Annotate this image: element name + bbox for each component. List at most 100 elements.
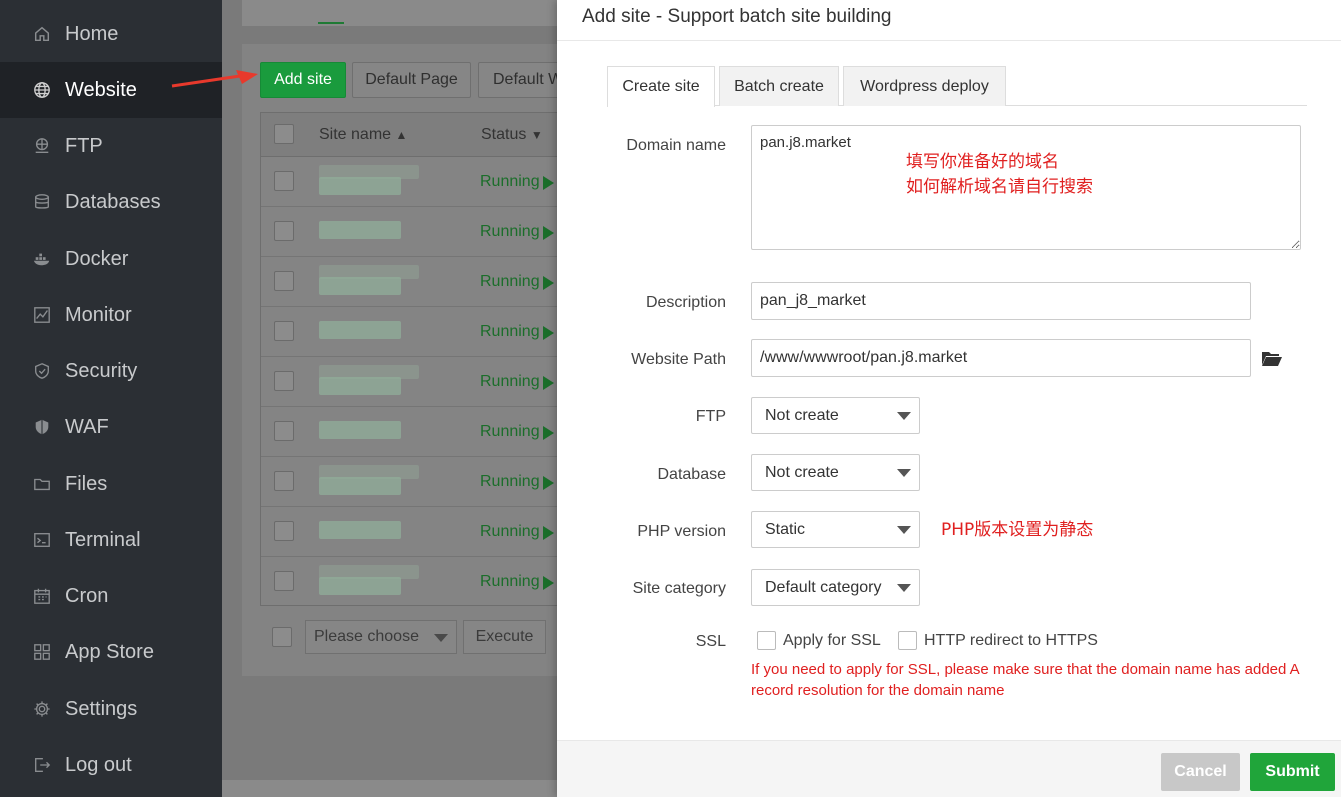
status-running[interactable]: Running xyxy=(480,573,540,591)
row-checkbox[interactable] xyxy=(274,521,294,541)
submit-button[interactable]: Submit xyxy=(1250,753,1335,791)
ftp-label: FTP xyxy=(695,408,726,425)
select-all-checkbox[interactable] xyxy=(274,124,294,144)
sidebar-item-files[interactable]: Files xyxy=(0,456,222,512)
sidebar-item-monitor[interactable]: Monitor xyxy=(0,287,222,343)
sidebar-item-label: Log out xyxy=(65,753,132,776)
bulk-select-checkbox[interactable] xyxy=(272,627,292,647)
status-running[interactable]: Running xyxy=(480,423,540,441)
sidebar: Home Website FTP Databases Docker Monito… xyxy=(0,0,222,797)
ssl-warning-text: If you need to apply for SSL, please mak… xyxy=(751,661,1299,699)
domain-annotation: 填写你准备好的域名 如何解析域名请自行搜索 xyxy=(906,152,1093,197)
status-running[interactable]: Running xyxy=(480,223,540,241)
table-row[interactable]: Running xyxy=(261,157,561,207)
play-icon[interactable] xyxy=(543,476,554,490)
row-checkbox[interactable] xyxy=(274,571,294,591)
ftp-select[interactable]: Not create xyxy=(751,397,920,434)
table-row[interactable]: Running xyxy=(261,507,561,557)
table-row[interactable]: Running xyxy=(261,407,561,457)
status-running[interactable]: Running xyxy=(480,173,540,191)
status-running[interactable]: Running xyxy=(480,323,540,341)
php-version-select[interactable]: Static xyxy=(751,511,920,548)
description-label: Description xyxy=(645,294,726,311)
site-category-select[interactable]: Default category xyxy=(751,569,920,606)
chevron-down-icon xyxy=(897,526,911,534)
sidebar-item-waf[interactable]: WAF xyxy=(0,399,222,455)
row-checkbox[interactable] xyxy=(274,271,294,291)
http-redirect-label[interactable]: HTTP redirect to HTTPS xyxy=(924,632,1098,650)
add-site-modal: Add site - Support batch site building C… xyxy=(557,0,1341,797)
website-path-input[interactable]: /www/wwwroot/pan.j8.market xyxy=(751,339,1251,377)
column-status[interactable]: Status ▼ xyxy=(481,126,543,144)
sidebar-item-app-store[interactable]: App Store xyxy=(0,624,222,680)
table-row[interactable]: Running xyxy=(261,557,561,607)
folder-open-icon[interactable] xyxy=(1261,349,1283,367)
modal-title: Add site - Support batch site building xyxy=(582,6,892,27)
bottom-strip xyxy=(222,780,562,797)
execute-button[interactable]: Execute xyxy=(463,620,546,654)
default-page-button[interactable]: Default Page xyxy=(352,62,471,98)
http-redirect-checkbox[interactable] xyxy=(898,631,917,650)
sidebar-item-label: Docker xyxy=(65,247,129,270)
sidebar-item-logout[interactable]: Log out xyxy=(0,737,222,793)
sidebar-item-ftp[interactable]: FTP xyxy=(0,118,222,174)
row-checkbox[interactable] xyxy=(274,371,294,391)
batch-action-select[interactable]: Please choose xyxy=(305,620,457,654)
cancel-button[interactable]: Cancel xyxy=(1161,753,1240,791)
table-row[interactable]: Running xyxy=(261,457,561,507)
apply-ssl-label[interactable]: Apply for SSL xyxy=(783,632,881,650)
status-running[interactable]: Running xyxy=(480,523,540,541)
table-row[interactable]: Running xyxy=(261,207,561,257)
tab-wordpress-deploy[interactable]: Wordpress deploy xyxy=(843,66,1006,106)
row-checkbox[interactable] xyxy=(274,471,294,491)
active-tab-underline xyxy=(318,22,344,24)
sidebar-item-label: Home xyxy=(65,22,119,45)
database-select[interactable]: Not create xyxy=(751,454,920,491)
sidebar-item-cron[interactable]: Cron xyxy=(0,568,222,624)
play-icon[interactable] xyxy=(543,326,554,340)
site-category-label: Site category xyxy=(632,580,726,597)
sidebar-item-docker[interactable]: Docker xyxy=(0,231,222,287)
status-running[interactable]: Running xyxy=(480,473,540,491)
docker-icon xyxy=(32,249,52,269)
database-icon xyxy=(32,192,52,212)
default-website-button[interactable]: Default W xyxy=(478,62,562,98)
tab-batch-create[interactable]: Batch create xyxy=(719,66,839,106)
calendar-icon xyxy=(32,586,52,606)
play-icon[interactable] xyxy=(543,526,554,540)
redacted-site-name xyxy=(319,377,401,395)
row-checkbox[interactable] xyxy=(274,221,294,241)
home-icon xyxy=(32,24,52,44)
sidebar-item-label: App Store xyxy=(65,640,154,663)
status-running[interactable]: Running xyxy=(480,273,540,291)
row-checkbox[interactable] xyxy=(274,171,294,191)
play-icon[interactable] xyxy=(543,176,554,190)
sidebar-item-settings[interactable]: Settings xyxy=(0,681,222,737)
table-row[interactable]: Running xyxy=(261,257,561,307)
website-path-label: Website Path xyxy=(631,351,726,368)
sidebar-item-databases[interactable]: Databases xyxy=(0,174,222,230)
redacted-site-name xyxy=(319,277,401,295)
apply-ssl-checkbox[interactable] xyxy=(757,631,776,650)
sidebar-item-security[interactable]: Security xyxy=(0,343,222,399)
monitor-icon xyxy=(32,305,52,325)
row-checkbox[interactable] xyxy=(274,421,294,441)
play-icon[interactable] xyxy=(543,226,554,240)
row-checkbox[interactable] xyxy=(274,321,294,341)
sidebar-item-terminal[interactable]: Terminal xyxy=(0,512,222,568)
add-site-button[interactable]: Add site xyxy=(260,62,346,98)
description-input[interactable]: pan_j8_market xyxy=(751,282,1251,320)
table-row[interactable]: Running xyxy=(261,307,561,357)
tab-create-site[interactable]: Create site xyxy=(607,66,715,107)
status-running[interactable]: Running xyxy=(480,373,540,391)
chevron-down-icon xyxy=(897,469,911,477)
sidebar-item-home[interactable]: Home xyxy=(0,6,222,62)
play-icon[interactable] xyxy=(543,426,554,440)
grid-icon xyxy=(32,642,52,662)
play-icon[interactable] xyxy=(543,376,554,390)
redacted-site-name xyxy=(319,477,401,495)
play-icon[interactable] xyxy=(543,576,554,590)
column-site-name[interactable]: Site name ▲ xyxy=(319,126,407,144)
table-row[interactable]: Running xyxy=(261,357,561,407)
play-icon[interactable] xyxy=(543,276,554,290)
